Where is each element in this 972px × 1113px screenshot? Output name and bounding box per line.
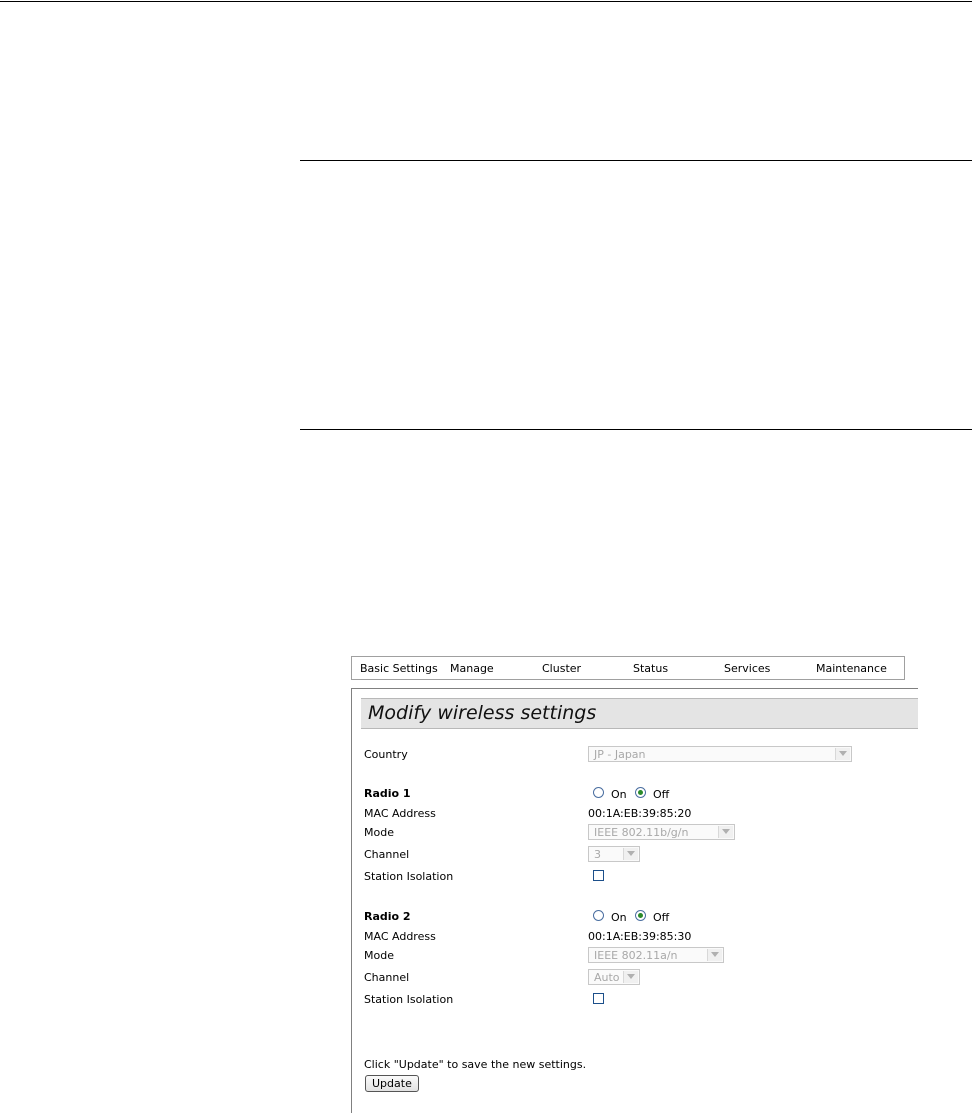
radio2-off-label: Off bbox=[653, 911, 670, 924]
radio1-isolation-checkbox[interactable] bbox=[593, 870, 604, 881]
nav-cluster[interactable]: Cluster bbox=[542, 662, 581, 675]
radio2-heading: Radio 2 bbox=[364, 910, 411, 923]
radio2-isolation-label: Station Isolation bbox=[364, 993, 454, 1006]
radio2-mac-label: MAC Address bbox=[364, 930, 436, 943]
radio2-on-radio[interactable] bbox=[593, 910, 604, 921]
radio1-channel-select[interactable]: 3 bbox=[588, 846, 640, 862]
country-select-value: JP - Japan bbox=[594, 748, 646, 761]
radio1-on-radio[interactable] bbox=[593, 787, 604, 798]
chevron-down-icon bbox=[623, 848, 638, 860]
radio2-mode-label: Mode bbox=[364, 949, 394, 962]
radio1-channel-value: 3 bbox=[594, 848, 601, 861]
nav-maintenance[interactable]: Maintenance bbox=[816, 662, 887, 675]
nav-manage[interactable]: Manage bbox=[450, 662, 494, 675]
country-label: Country bbox=[364, 748, 408, 761]
radio2-isolation-checkbox[interactable] bbox=[593, 993, 604, 1004]
page-title-bar: Modify wireless settings bbox=[361, 698, 918, 729]
wireless-settings-panel: Modify wireless settings Country JP - Ja… bbox=[351, 688, 918, 1113]
nav-services[interactable]: Services bbox=[724, 662, 770, 675]
radio1-on-label: On bbox=[611, 788, 627, 801]
radio2-mac-value: 00:1A:EB:39:85:30 bbox=[588, 930, 692, 943]
page-title: Modify wireless settings bbox=[368, 702, 597, 724]
radio2-channel-value: Auto bbox=[594, 971, 620, 984]
radio1-mode-value: IEEE 802.11b/g/n bbox=[594, 826, 689, 839]
radio2-mode-value: IEEE 802.11a/n bbox=[594, 949, 678, 962]
radio1-mode-select[interactable]: IEEE 802.11b/g/n bbox=[588, 824, 735, 840]
country-select[interactable]: JP - Japan bbox=[588, 746, 852, 762]
chevron-down-icon bbox=[835, 748, 850, 760]
section-divider-1 bbox=[300, 160, 972, 161]
radio2-channel-label: Channel bbox=[364, 971, 410, 984]
update-hint: Click "Update" to save the new settings. bbox=[364, 1058, 587, 1071]
radio2-mode-select[interactable]: IEEE 802.11a/n bbox=[588, 947, 724, 963]
radio1-off-label: Off bbox=[653, 788, 670, 801]
nav-status[interactable]: Status bbox=[633, 662, 668, 675]
nav-basic-settings[interactable]: Basic Settings bbox=[360, 662, 438, 675]
radio1-off-radio[interactable] bbox=[635, 787, 646, 798]
radio2-channel-select[interactable]: Auto bbox=[588, 969, 640, 985]
radio1-mac-label: MAC Address bbox=[364, 807, 436, 820]
radio2-off-radio[interactable] bbox=[635, 910, 646, 921]
chevron-down-icon bbox=[623, 971, 638, 983]
chevron-down-icon bbox=[707, 949, 722, 961]
top-divider bbox=[0, 1, 972, 2]
radio1-channel-label: Channel bbox=[364, 848, 410, 861]
radio1-mode-label: Mode bbox=[364, 826, 394, 839]
radio1-isolation-label: Station Isolation bbox=[364, 870, 454, 883]
top-nav: Basic Settings Manage Cluster Status Ser… bbox=[351, 656, 905, 680]
radio2-on-label: On bbox=[611, 911, 627, 924]
update-button[interactable]: Update bbox=[365, 1075, 419, 1092]
chevron-down-icon bbox=[718, 826, 733, 838]
radio1-heading: Radio 1 bbox=[364, 787, 411, 800]
radio1-mac-value: 00:1A:EB:39:85:20 bbox=[588, 807, 692, 820]
section-divider-2 bbox=[300, 429, 972, 430]
